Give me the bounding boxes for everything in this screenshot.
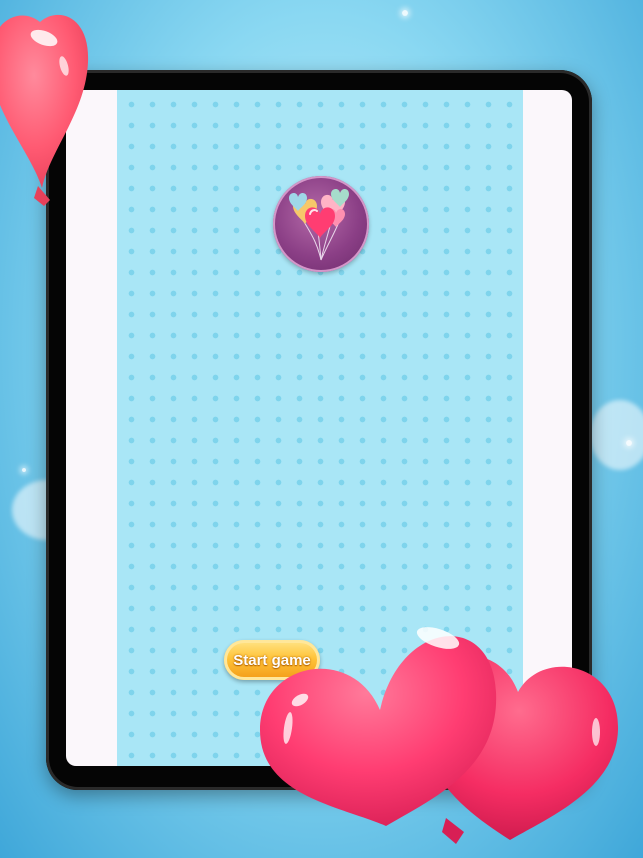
background-cloud xyxy=(590,400,643,470)
heart-balloons-icon xyxy=(273,176,369,272)
sparkle xyxy=(402,10,408,16)
sparkle xyxy=(22,468,26,472)
pink-heart-balloon-icon xyxy=(0,14,89,206)
pink-heart-balloons-icon xyxy=(260,627,619,844)
